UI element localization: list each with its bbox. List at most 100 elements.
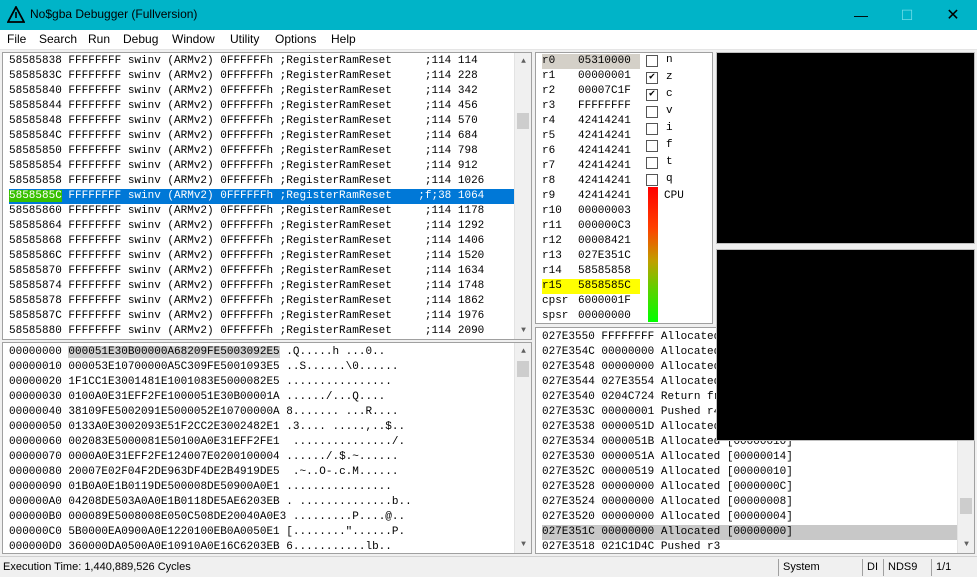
nds-top-screen[interactable] <box>716 52 975 244</box>
scroll-thumb[interactable] <box>517 361 529 377</box>
registers-panel[interactable]: r0 05310000 r1 00000001 r2 00007C1F r3 FFFFFFFF… <box>535 52 713 324</box>
disasm-row[interactable]: 5858585C FFFFFFFF swinv (ARMv2) 0FFFFFFh… <box>9 189 515 204</box>
hex-row[interactable]: 000000B0 000089E5008008E050C508DE20040A0… <box>9 510 405 525</box>
disasm-row[interactable]: 5858586C FFFFFFFF swinv (ARMv2) 0FFFFFFh… <box>9 249 515 264</box>
nds-bottom-screen[interactable] <box>716 249 975 441</box>
register-spsr[interactable]: spsr 00000000 <box>542 309 640 323</box>
disasm-row[interactable]: 5858584C FFFFFFFF swinv (ARMv2) 0FFFFFFh… <box>9 129 515 144</box>
hex-bytes: 0133A0E3002093E51F2CC2E3002482E1 <box>68 421 280 433</box>
register-r6[interactable]: r6 42414241 <box>542 144 640 159</box>
hex-row[interactable]: 00000070 0000A0E31EFF2FE124007E020010000… <box>9 450 398 465</box>
hex-row[interactable]: 00000050 0133A0E3002093E51F2CC2E3002482E… <box>9 420 405 435</box>
scroll-up-icon[interactable]: ▲ <box>515 343 531 360</box>
register-r12[interactable]: r12 00008421 <box>542 234 640 249</box>
scroll-up-icon[interactable]: ▲ <box>515 53 531 70</box>
disasm-row[interactable]: 5858583C FFFFFFFF swinv (ARMv2) 0FFFFFFh… <box>9 69 515 84</box>
stack-row[interactable]: 027E3524 00000000 Allocated [00000008] <box>542 495 958 510</box>
menu-window[interactable]: Window <box>172 32 215 46</box>
hex-row[interactable]: 000000A0 04208DE503A0A0E1B0118DE5AE6203E… <box>9 495 412 510</box>
disasm-row[interactable]: 58585860 FFFFFFFF swinv (ARMv2) 0FFFFFFh… <box>9 204 515 219</box>
register-name: r5 <box>542 130 556 142</box>
register-r2[interactable]: r2 00007C1F <box>542 84 640 99</box>
stack-row[interactable]: 027E352C 00000519 Allocated [00000010] <box>542 465 958 480</box>
scroll-down-icon[interactable]: ▼ <box>515 322 531 339</box>
menu-debug[interactable]: Debug <box>123 32 158 46</box>
hex-row[interactable]: 000000C0 5B0000EA0900A0E1220100EB0A0050E… <box>9 525 405 540</box>
menu-options[interactable]: Options <box>275 32 316 46</box>
disasm-row[interactable]: 58585874 FFFFFFFF swinv (ARMv2) 0FFFFFFh… <box>9 279 515 294</box>
register-r13[interactable]: r13 027E351C <box>542 249 640 264</box>
hex-bytes: 002083E5000081E50100A0E31EFF2FE1 <box>68 436 280 448</box>
hex-ascii: . ..............b.. <box>286 496 412 508</box>
flag-checkbox[interactable]: ✔ <box>646 89 658 101</box>
hex-row[interactable]: 00000080 20007E02F04F2DE963DF4DE2B4919DE… <box>9 465 398 480</box>
scroll-down-icon[interactable]: ▼ <box>515 536 531 553</box>
menu-search[interactable]: Search <box>39 32 77 46</box>
register-r9[interactable]: r9 42414241 <box>542 189 640 204</box>
flag-checkbox[interactable] <box>646 106 658 118</box>
disasm-row[interactable]: 58585858 FFFFFFFF swinv (ARMv2) 0FFFFFFh… <box>9 174 515 189</box>
disassembly-panel[interactable]: 58585838 FFFFFFFF swinv (ARMv2) 0FFFFFFh… <box>2 52 532 340</box>
hex-row[interactable]: 00000090 01B0A0E1B0119DE500008DE50900A0E… <box>9 480 392 495</box>
disasm-address: 58585858 <box>9 175 62 187</box>
flag-checkbox[interactable] <box>646 55 658 67</box>
scroll-down-icon[interactable]: ▼ <box>958 536 974 553</box>
disasm-row[interactable]: 58585880 FFFFFFFF swinv (ARMv2) 0FFFFFFh… <box>9 324 515 339</box>
disassembly-scrollbar[interactable]: ▲ ▼ <box>514 53 531 339</box>
disasm-row[interactable]: 58585840 FFFFFFFF swinv (ARMv2) 0FFFFFFh… <box>9 84 515 99</box>
disasm-row[interactable]: 58585838 FFFFFFFF swinv (ARMv2) 0FFFFFFh… <box>9 54 515 69</box>
register-r4[interactable]: r4 42414241 <box>542 114 640 129</box>
menu-utility[interactable]: Utility <box>230 32 259 46</box>
stack-row[interactable]: 027E3528 00000000 Allocated [0000000C] <box>542 480 958 495</box>
close-button[interactable]: ✕ <box>930 0 976 30</box>
register-r3[interactable]: r3 FFFFFFFF <box>542 99 640 114</box>
maximize-button[interactable]: ☐ <box>884 0 930 30</box>
menu-help[interactable]: Help <box>331 32 356 46</box>
register-r8[interactable]: r8 42414241 <box>542 174 640 189</box>
disasm-row[interactable]: 58585844 FFFFFFFF swinv (ARMv2) 0FFFFFFh… <box>9 99 515 114</box>
disasm-row[interactable]: 58585854 FFFFFFFF swinv (ARMv2) 0FFFFFFh… <box>9 159 515 174</box>
register-cpsr[interactable]: cpsr 6000001F <box>542 294 640 309</box>
stack-row[interactable]: 027E351C 00000000 Allocated [00000000] <box>542 525 958 540</box>
scroll-thumb[interactable] <box>517 113 529 129</box>
disasm-row[interactable]: 58585864 FFFFFFFF swinv (ARMv2) 0FFFFFFh… <box>9 219 515 234</box>
register-r14[interactable]: r14 58585858 <box>542 264 640 279</box>
disasm-row[interactable]: 58585878 FFFFFFFF swinv (ARMv2) 0FFFFFFh… <box>9 294 515 309</box>
disasm-row[interactable]: 5858587C FFFFFFFF swinv (ARMv2) 0FFFFFFh… <box>9 309 515 324</box>
register-r0[interactable]: r0 05310000 <box>542 54 640 69</box>
register-r11[interactable]: r11 000000C3 <box>542 219 640 234</box>
hex-row[interactable]: 00000000 000051E30B00000A68209FE5003092E… <box>9 345 385 360</box>
hex-row[interactable]: 00000040 38109FE5002091E5000052E10700000… <box>9 405 398 420</box>
flag-checkbox[interactable] <box>646 140 658 152</box>
hex-row[interactable]: 00000010 000053E10700000A5C309FE5001093E… <box>9 360 398 375</box>
scroll-thumb[interactable] <box>960 498 972 514</box>
disasm-row[interactable]: 58585850 FFFFFFFF swinv (ARMv2) 0FFFFFFh… <box>9 144 515 159</box>
flag-checkbox[interactable] <box>646 157 658 169</box>
disasm-row[interactable]: 58585848 FFFFFFFF swinv (ARMv2) 0FFFFFFh… <box>9 114 515 129</box>
disasm-row[interactable]: 58585868 FFFFFFFF swinv (ARMv2) 0FFFFFFh… <box>9 234 515 249</box>
app-logo-icon <box>7 6 25 23</box>
register-value: 00000003 <box>578 205 631 217</box>
hexdump-scrollbar[interactable]: ▲ ▼ <box>514 343 531 553</box>
register-r7[interactable]: r7 42414241 <box>542 159 640 174</box>
minimize-button[interactable]: — <box>838 0 884 30</box>
stack-row[interactable]: 027E3520 00000000 Allocated [00000004] <box>542 510 958 525</box>
flag-checkbox[interactable]: ✔ <box>646 72 658 84</box>
disasm-row[interactable]: 58585870 FFFFFFFF swinv (ARMv2) 0FFFFFFh… <box>9 264 515 279</box>
register-r15[interactable]: r15 5858585C <box>542 279 640 294</box>
register-r5[interactable]: r5 42414241 <box>542 129 640 144</box>
disasm-instruction: FFFFFFFF swinv (ARMv2) 0FFFFFFh ;Registe… <box>61 85 478 97</box>
menu-file[interactable]: File <box>7 32 26 46</box>
register-r1[interactable]: r1 00000001 <box>542 69 640 84</box>
stack-row[interactable]: 027E3530 0000051A Allocated [00000014] <box>542 450 958 465</box>
hexdump-panel[interactable]: 00000000 000051E30B00000A68209FE5003092E… <box>2 342 532 554</box>
flag-checkbox[interactable] <box>646 123 658 135</box>
hex-row[interactable]: 00000030 0100A0E31EFF2FE1000051E30B00001… <box>9 390 385 405</box>
hex-row[interactable]: 00000060 002083E5000081E50100A0E31EFF2FE… <box>9 435 405 450</box>
hex-row[interactable]: 000000D0 360000DA0500A0E10910A0E16C6203E… <box>9 540 392 553</box>
stack-row[interactable]: 027E3518 021C1D4C Pushed r3 <box>542 540 958 553</box>
register-r10[interactable]: r10 00000003 <box>542 204 640 219</box>
menu-run[interactable]: Run <box>88 32 110 46</box>
flag-checkbox[interactable] <box>646 174 658 186</box>
hex-row[interactable]: 00000020 1F1CC1E3001481E1001083E5000082E… <box>9 375 392 390</box>
